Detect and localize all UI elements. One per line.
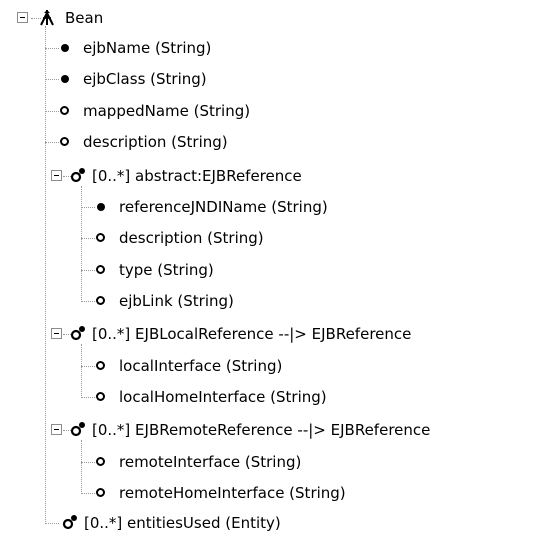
tree-node-ejb-remote-reference[interactable]: [0..*] EJBRemoteReference --|> EJBRefere… [0,415,538,445]
tree-node-label: [0..*] abstract:EJBReference [92,167,302,185]
hollow-dot-icon [96,488,105,497]
hollow-dot-icon [96,233,105,242]
tree-node-label: description (String) [83,133,228,151]
filled-dot-icon [61,75,69,83]
hollow-dot-icon [60,106,69,115]
tree-node-field[interactable]: remoteInterface (String) [0,447,400,477]
hollow-dot-icon [96,361,105,370]
hollow-dot-icon [96,392,105,401]
tree-node-label: ejbLink (String) [119,292,234,310]
tree-node-field[interactable]: description (String) [0,223,400,253]
filled-dot-icon [61,44,69,52]
tree-node-label: localHomeInterface (String) [119,388,327,406]
multiplicity-icon [70,326,85,341]
collapse-toggle-icon[interactable] [51,328,62,339]
filled-dot-icon [97,203,105,211]
collapse-toggle-icon[interactable] [51,424,62,435]
tree-node-ejb-reference[interactable]: [0..*] abstract:EJBReference [0,161,400,191]
hollow-dot-icon [96,457,105,466]
tree-node-label: type (String) [119,261,214,279]
collapse-toggle-icon[interactable] [17,12,28,23]
tree-node-label: mappedName (String) [83,102,251,120]
tree-node-label: remoteInterface (String) [119,453,302,471]
tree-node-label: [0..*] entitiesUsed (Entity) [84,514,281,532]
tree-node-label: remoteHomeInterface (String) [119,484,346,502]
tree-node-label: Bean [65,9,104,27]
tree-node-field[interactable]: ejbLink (String) [0,286,400,316]
tree-node-field[interactable]: localHomeInterface (String) [0,382,400,412]
tree-node-label: localInterface (String) [119,357,283,375]
tree-node-label: ejbClass (String) [83,70,207,88]
tree-node-field[interactable]: remoteHomeInterface (String) [0,478,400,508]
bean-tree-view: Bean ejbName (String) ejbClass (String) … [0,0,540,540]
multiplicity-icon [62,515,77,530]
multiplicity-icon [70,422,85,437]
collapse-toggle-icon[interactable] [51,170,62,181]
tree-node-label: description (String) [119,229,264,247]
tree-node-bean[interactable]: Bean [0,3,200,33]
hollow-dot-icon [60,137,69,146]
tree-node-field[interactable]: description (String) [0,127,300,157]
bean-icon [40,10,54,26]
multiplicity-icon [70,168,85,183]
tree-node-field[interactable]: localInterface (String) [0,351,400,381]
hollow-dot-icon [96,296,105,305]
tree-node-field[interactable]: ejbClass (String) [0,64,300,94]
tree-node-field[interactable]: ejbName (String) [0,33,300,63]
tree-node-label: [0..*] EJBLocalReference --|> EJBReferen… [92,325,412,343]
tree-node-label: referenceJNDIName (String) [119,198,328,216]
tree-node-ejb-local-reference[interactable]: [0..*] EJBLocalReference --|> EJBReferen… [0,319,530,349]
tree-node-entities-used[interactable]: [0..*] entitiesUsed (Entity) [0,508,400,538]
tree-node-field[interactable]: referenceJNDIName (String) [0,192,400,222]
tree-node-label: ejbName (String) [83,39,212,57]
tree-node-field[interactable]: type (String) [0,255,400,285]
tree-node-field[interactable]: mappedName (String) [0,96,300,126]
tree-node-label: [0..*] EJBRemoteReference --|> EJBRefere… [92,421,431,439]
hollow-dot-icon [96,265,105,274]
